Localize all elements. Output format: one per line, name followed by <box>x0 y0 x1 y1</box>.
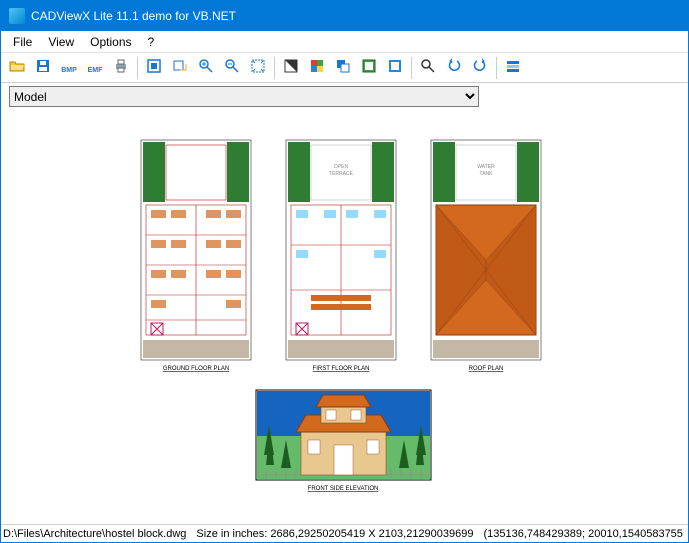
titlebar: CADViewX Lite 11.1 demo for VB.NET    <box>1 1 688 31</box>
color-button[interactable] <box>305 56 329 80</box>
color-icon <box>309 58 325 77</box>
fit-window-icon <box>146 58 162 77</box>
blackwhite-button[interactable] <box>279 56 303 80</box>
label-elevation: FRONT SIDE ELEVATION <box>308 486 379 492</box>
zoom-out-icon <box>224 58 240 77</box>
statusbar: D:\Files\Architecture\hostel block.dwg S… <box>1 524 688 542</box>
cad-drawing: GROUND FLOOR PLAN OPEN TERRACE FIRST FLO… <box>1 110 688 510</box>
status-coords: (135136,748429389; 20010,1540583755 <box>484 528 683 540</box>
print-button[interactable] <box>109 56 133 80</box>
print-icon <box>113 58 129 77</box>
window-title: CADViewX Lite 11.1 demo for VB.NET <box>31 9 550 23</box>
zoom-out-button[interactable] <box>220 56 244 80</box>
rotate-left-button[interactable] <box>442 56 466 80</box>
search-button[interactable] <box>416 56 440 80</box>
menu-view[interactable]: View <box>40 33 82 51</box>
status-path: D:\Files\Architecture\hostel block.dwg <box>3 528 186 540</box>
minimize-button[interactable]:  <box>550 1 596 31</box>
viewport-button[interactable] <box>357 56 381 80</box>
zoom-in-icon <box>198 58 214 77</box>
menubar: File View Options ? <box>1 31 688 53</box>
menu-file[interactable]: File <box>5 33 40 51</box>
window-controls:    <box>550 1 688 31</box>
entities-button[interactable] <box>383 56 407 80</box>
label-ground: GROUND FLOOR PLAN <box>163 366 229 372</box>
blackwhite-icon <box>283 58 299 77</box>
previous-view-icon <box>172 58 188 77</box>
options-button[interactable] <box>501 56 525 80</box>
rotate-right-button[interactable] <box>468 56 492 80</box>
open-button[interactable] <box>5 56 29 80</box>
layers-icon <box>335 58 351 77</box>
options-icon <box>505 58 521 77</box>
svg-text:TERRACE: TERRACE <box>329 171 354 177</box>
rotate-right-icon <box>472 58 488 77</box>
layers-button[interactable] <box>331 56 355 80</box>
zoom-in-button[interactable] <box>194 56 218 80</box>
drawing-canvas[interactable]: GROUND FLOOR PLAN OPEN TERRACE FIRST FLO… <box>1 110 688 524</box>
svg-text:TANK: TANK <box>480 171 494 177</box>
previous-view-button[interactable] <box>168 56 192 80</box>
viewport-icon <box>361 58 377 77</box>
extents-button[interactable] <box>246 56 270 80</box>
rotate-left-icon <box>446 58 462 77</box>
status-size: Size in inches: 2686,29250205419 X 2103,… <box>196 528 473 540</box>
toolbar: BMP EMF <box>1 53 688 83</box>
menu-options[interactable]: Options <box>82 33 139 51</box>
maximize-button[interactable]:  <box>596 1 642 31</box>
search-icon <box>420 58 436 77</box>
entities-icon <box>387 58 403 77</box>
extents-icon <box>250 58 266 77</box>
layout-selector-bar: Model <box>1 83 688 110</box>
emf-button[interactable]: EMF <box>83 56 107 80</box>
save-icon <box>35 58 51 77</box>
layout-select[interactable]: Model <box>9 86 479 107</box>
save-button[interactable] <box>31 56 55 80</box>
emf-icon: EMF <box>88 61 103 75</box>
fit-window-button[interactable] <box>142 56 166 80</box>
svg-text:WATER: WATER <box>477 164 495 170</box>
bmp-icon: BMP <box>61 61 77 75</box>
close-button[interactable]:  <box>642 1 688 31</box>
bmp-button[interactable]: BMP <box>57 56 81 80</box>
open-icon <box>9 58 25 77</box>
app-icon <box>9 8 25 24</box>
label-first: FIRST FLOOR PLAN <box>313 366 370 372</box>
label-roof: ROOF PLAN <box>469 366 504 372</box>
svg-text:OPEN: OPEN <box>334 164 349 170</box>
menu-help[interactable]: ? <box>140 33 163 51</box>
